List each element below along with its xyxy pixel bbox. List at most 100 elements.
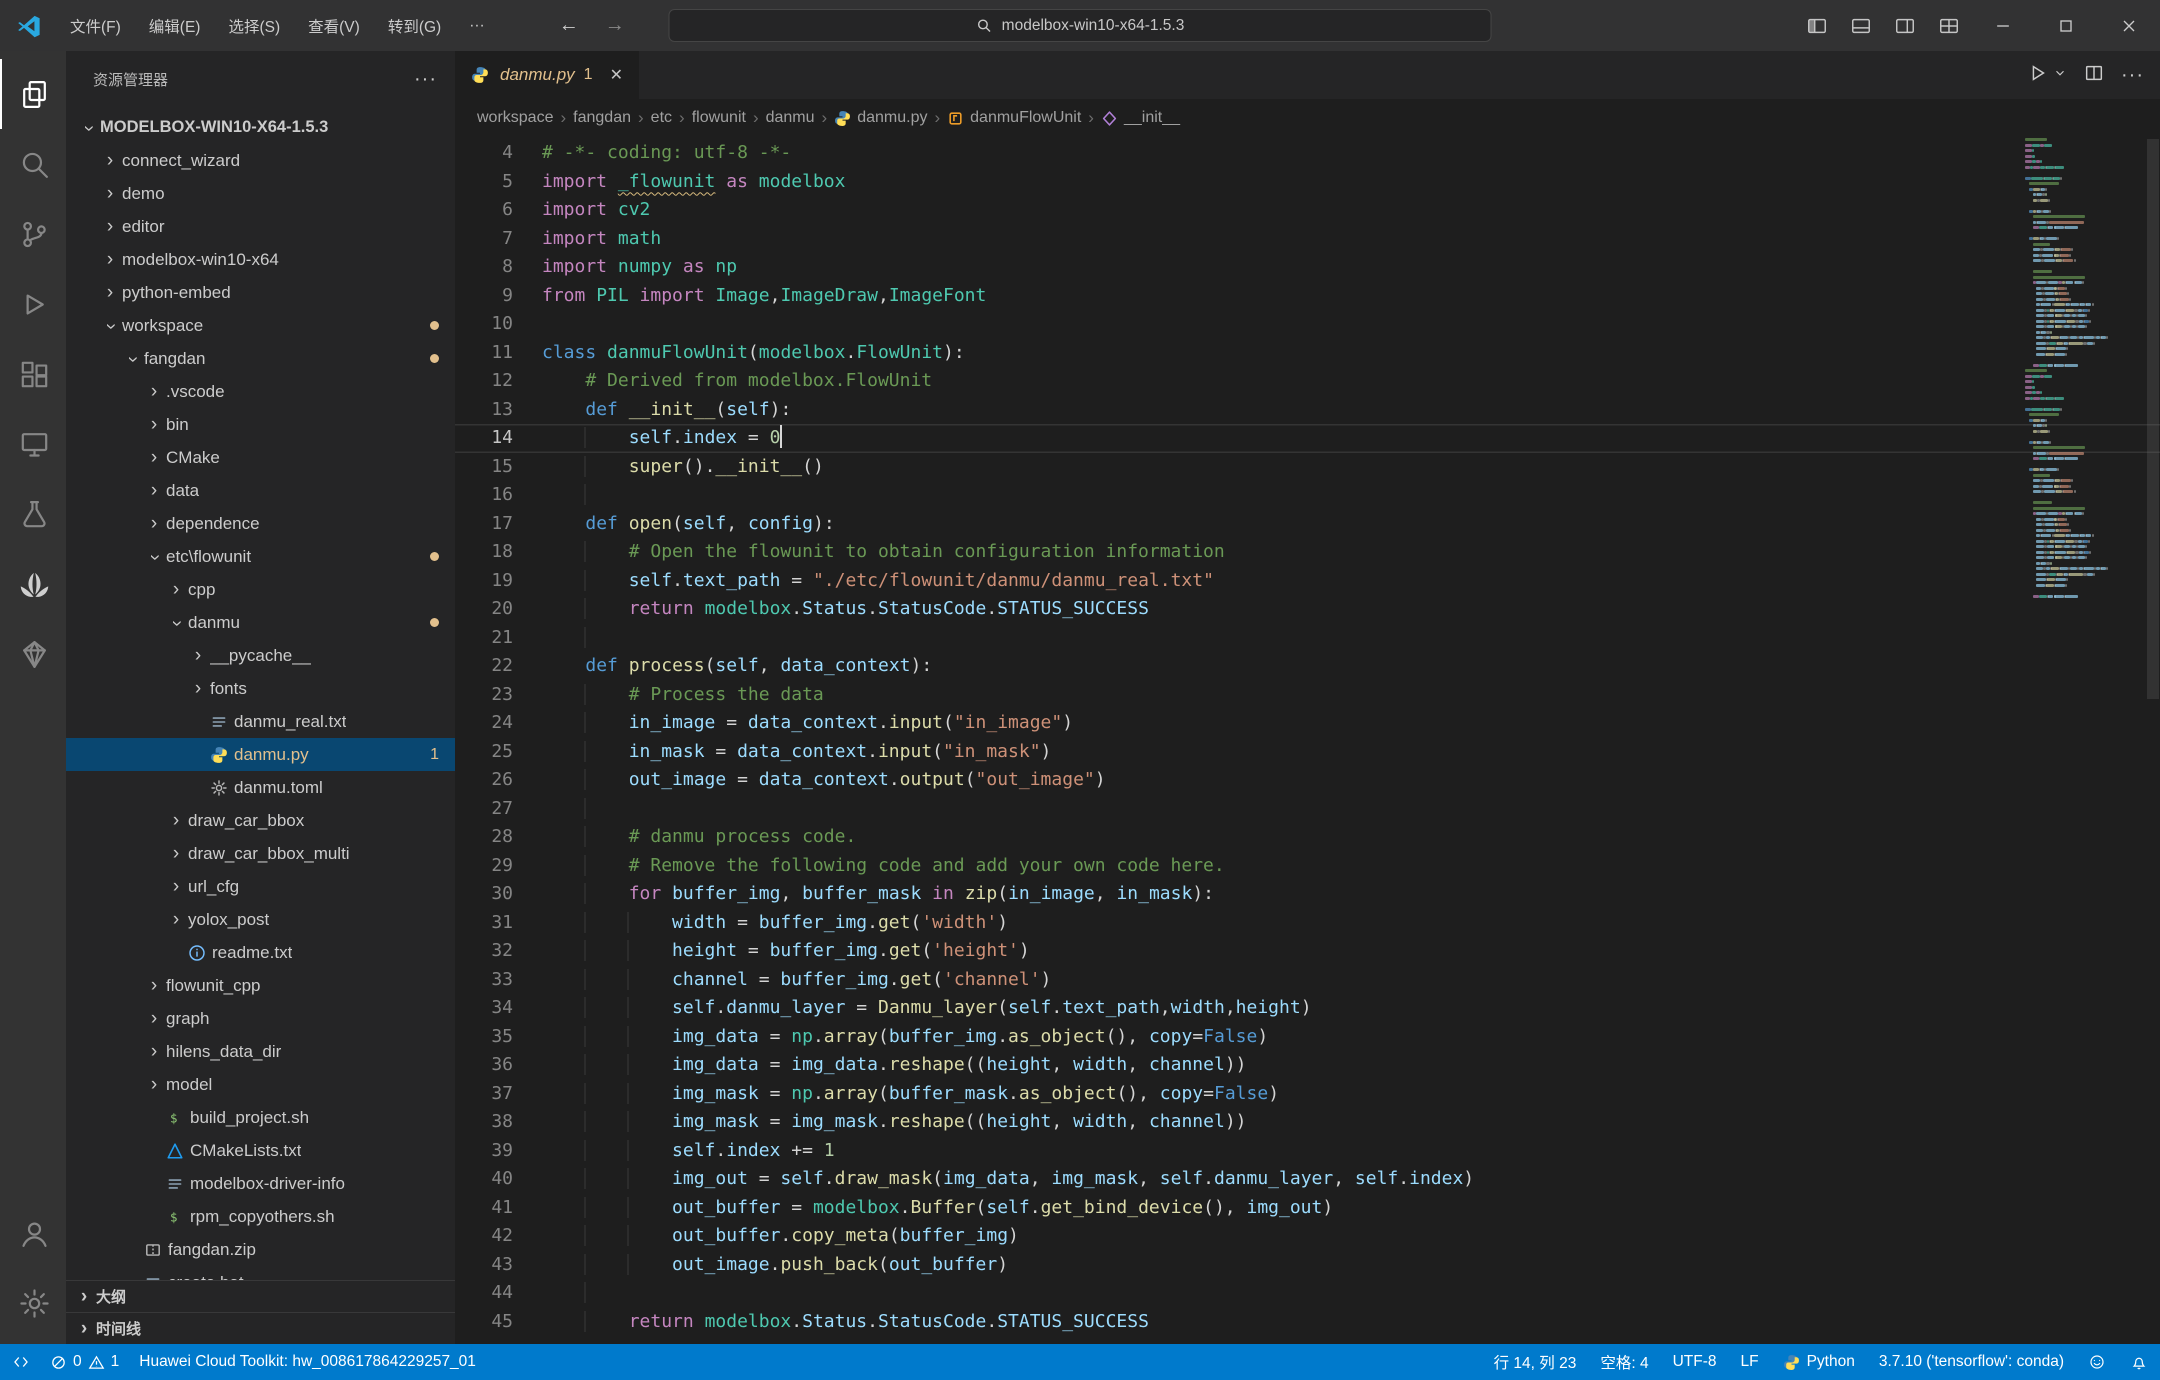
tree-item-etc-flowunit[interactable]: ›etc\flowunit (66, 540, 455, 573)
toggle-panel-icon[interactable] (1839, 0, 1883, 51)
eol-setting[interactable]: LF (1741, 1353, 1759, 1371)
sidebar-more-actions-icon[interactable]: ··· (414, 68, 437, 91)
tree-item-cmake[interactable]: ›CMake (66, 441, 455, 474)
activity-extensions-icon[interactable] (0, 339, 66, 409)
activity-remote-explorer-icon[interactable] (0, 409, 66, 479)
code-line-33[interactable]: 33 channel = buffer_img.get('channel') (455, 966, 2160, 995)
minimap[interactable] (2025, 137, 2122, 599)
code-line-20[interactable]: 20 return modelbox.Status.StatusCode.STA… (455, 595, 2160, 624)
code-line-35[interactable]: 35 img_data = np.array(buffer_img.as_obj… (455, 1023, 2160, 1052)
tree-item-modelbox-driver-info[interactable]: modelbox-driver-info (66, 1167, 455, 1200)
tree-item-draw-car-bbox-multi[interactable]: ›draw_car_bbox_multi (66, 837, 455, 870)
code-line-30[interactable]: 30 for buffer_img, buffer_mask in zip(in… (455, 880, 2160, 909)
python-interpreter[interactable]: 3.7.10 ('tensorflow': conda) (1879, 1353, 2064, 1371)
toggle-secondary-sidebar-icon[interactable] (1883, 0, 1927, 51)
code-line-21[interactable]: 21 (455, 624, 2160, 653)
code-line-19[interactable]: 19 self.text_path = "./etc/flowunit/danm… (455, 567, 2160, 596)
tree-item-danmu-toml[interactable]: danmu.toml (66, 771, 455, 804)
activity-testing-icon[interactable] (0, 479, 66, 549)
code-line-8[interactable]: 8import numpy as np (455, 253, 2160, 282)
tree-item-modelbox-win10-x64-1-5-3[interactable]: ›MODELBOX-WIN10-X64-1.5.3 (66, 111, 455, 144)
editor-more-actions-icon[interactable]: ··· (2121, 64, 2144, 87)
run-dropdown-chevron-icon[interactable] (2053, 66, 2067, 85)
tree-item-connect-wizard[interactable]: ›connect_wizard (66, 144, 455, 177)
code-line-26[interactable]: 26 out_image = data_context.output("out_… (455, 766, 2160, 795)
tree-item-cmakelists-txt[interactable]: CMakeLists.txt (66, 1134, 455, 1167)
outline-section[interactable]: › 大纲 (66, 1280, 455, 1312)
code-line-11[interactable]: 11class danmuFlowUnit(modelbox.FlowUnit)… (455, 339, 2160, 368)
code-line-23[interactable]: 23 # Process the data (455, 681, 2160, 710)
activity-settings-icon[interactable] (0, 1268, 66, 1338)
timeline-section[interactable]: › 时间线 (66, 1312, 455, 1344)
problems-indicator[interactable]: 0 1 (50, 1353, 119, 1371)
tree-item-model[interactable]: ›model (66, 1068, 455, 1101)
tree-item-demo[interactable]: ›demo (66, 177, 455, 210)
code-line-9[interactable]: 9from PIL import Image,ImageDraw,ImageFo… (455, 282, 2160, 311)
tree-item-danmu-real-txt[interactable]: danmu_real.txt (66, 705, 455, 738)
tree-item-modelbox-win10-x64[interactable]: ›modelbox-win10-x64 (66, 243, 455, 276)
feedback-icon[interactable] (2088, 1353, 2106, 1371)
close-tab-icon[interactable]: ✕ (610, 65, 623, 85)
breadcrumb-workspace[interactable]: workspace (477, 109, 553, 127)
split-editor-button[interactable] (2083, 62, 2105, 89)
activity-source-control-icon[interactable] (0, 199, 66, 269)
go-back-icon[interactable]: ← (559, 14, 579, 37)
code-line-39[interactable]: 39 self.index += 1 (455, 1137, 2160, 1166)
menu-v[interactable]: 查看(V) (294, 0, 374, 51)
breadcrumb-danmu-py[interactable]: danmu.py (834, 109, 927, 127)
tab-danmu-py[interactable]: danmu.py 1 ✕ (455, 51, 640, 99)
customize-layout-icon[interactable] (1927, 0, 1971, 51)
close-window-button[interactable] (2097, 0, 2160, 51)
menu-e[interactable]: 编辑(E) (135, 0, 215, 51)
code-line-34[interactable]: 34 self.danmu_layer = Danmu_layer(self.t… (455, 994, 2160, 1023)
tree-item-create-bat[interactable]: create.bat (66, 1266, 455, 1280)
code-line-13[interactable]: 13 def __init__(self): (455, 396, 2160, 425)
tree-item-fangdan-zip[interactable]: fangdan.zip (66, 1233, 455, 1266)
tree-item-python-embed[interactable]: ›python-embed (66, 276, 455, 309)
code-line-25[interactable]: 25 in_mask = data_context.input("in_mask… (455, 738, 2160, 767)
code-line-41[interactable]: 41 out_buffer = modelbox.Buffer(self.get… (455, 1194, 2160, 1223)
editor-scrollbar[interactable] (2147, 139, 2159, 699)
code-line-27[interactable]: 27 (455, 795, 2160, 824)
code-line-5[interactable]: 5import _flowunit as modelbox (455, 168, 2160, 197)
menu-[interactable]: ··· (455, 0, 499, 51)
tree-item-graph[interactable]: ›graph (66, 1002, 455, 1035)
code-line-4[interactable]: 4# -*- coding: utf-8 -*- (455, 139, 2160, 168)
tree-item-dependence[interactable]: ›dependence (66, 507, 455, 540)
code-line-7[interactable]: 7import math (455, 225, 2160, 254)
code-editor[interactable]: 4# -*- coding: utf-8 -*-5import _flowuni… (455, 137, 2160, 1344)
code-line-15[interactable]: 15 super().__init__() (455, 453, 2160, 482)
code-line-17[interactable]: 17 def open(self, config): (455, 510, 2160, 539)
breadcrumb-danmuflowunit[interactable]: danmuFlowUnit (947, 109, 1081, 127)
tree-item-fonts[interactable]: ›fonts (66, 672, 455, 705)
code-line-6[interactable]: 6import cv2 (455, 196, 2160, 225)
code-line-36[interactable]: 36 img_data = img_data.reshape((height, … (455, 1051, 2160, 1080)
code-line-31[interactable]: 31 width = buffer_img.get('width') (455, 909, 2160, 938)
command-center-search[interactable]: modelbox-win10-x64-1.5.3 (669, 9, 1492, 42)
huawei-toolkit-status[interactable]: Huawei Cloud Toolkit: hw_008617864229257… (139, 1353, 476, 1371)
code-line-42[interactable]: 42 out_buffer.copy_meta(buffer_img) (455, 1222, 2160, 1251)
code-line-38[interactable]: 38 img_mask = img_mask.reshape((height, … (455, 1108, 2160, 1137)
remote-indicator-icon[interactable] (12, 1353, 30, 1371)
toggle-sidebar-icon[interactable] (1795, 0, 1839, 51)
go-forward-icon[interactable]: → (605, 14, 625, 37)
code-line-22[interactable]: 22 def process(self, data_context): (455, 652, 2160, 681)
code-line-40[interactable]: 40 img_out = self.draw_mask(img_data, im… (455, 1165, 2160, 1194)
tree-item-cpp[interactable]: ›cpp (66, 573, 455, 606)
activity-explorer-icon[interactable] (0, 59, 66, 129)
code-line-44[interactable]: 44 (455, 1279, 2160, 1308)
code-line-24[interactable]: 24 in_image = data_context.input("in_ima… (455, 709, 2160, 738)
maximize-button[interactable] (2034, 0, 2097, 51)
notifications-bell-icon[interactable] (2130, 1353, 2148, 1371)
code-line-18[interactable]: 18 # Open the flowunit to obtain configu… (455, 538, 2160, 567)
tree-item-build-project-sh[interactable]: $build_project.sh (66, 1101, 455, 1134)
indentation-setting[interactable]: 空格: 4 (1600, 1351, 1648, 1373)
activity-run-debug-icon[interactable] (0, 269, 66, 339)
breadcrumb-fangdan[interactable]: fangdan (573, 109, 631, 127)
menu-s[interactable]: 选择(S) (214, 0, 294, 51)
breadcrumb-init[interactable]: __init__ (1101, 109, 1180, 127)
tree-item-data[interactable]: ›data (66, 474, 455, 507)
menu-g[interactable]: 转到(G) (374, 0, 455, 51)
tree-item-vscode[interactable]: ›.vscode (66, 375, 455, 408)
activity-search-icon[interactable] (0, 129, 66, 199)
